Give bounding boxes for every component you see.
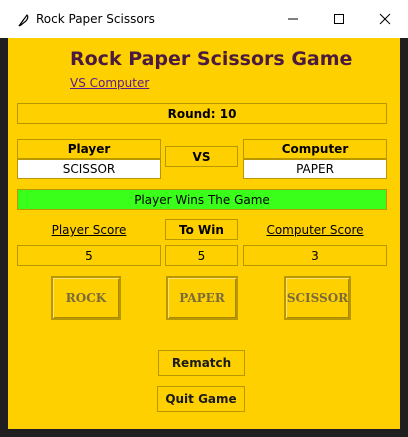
title-bar[interactable]: Rock Paper Scissors (0, 0, 408, 38)
player-choice: SCISSOR (17, 159, 161, 179)
mode-link[interactable]: VS Computer (70, 76, 149, 90)
minimize-icon (288, 18, 298, 20)
page-title: Rock Paper Scissors Game (70, 48, 353, 70)
round-display: Round: 10 (17, 103, 387, 124)
computer-score-value: 3 (243, 245, 387, 266)
computer-label: Computer (243, 139, 387, 159)
app-window: Rock Paper Scissors Rock Paper Scissors … (0, 0, 408, 437)
scissor-button[interactable]: SCISSOR (284, 276, 351, 320)
close-button[interactable] (362, 0, 408, 38)
quit-game-button[interactable]: Quit Game (157, 386, 245, 412)
window-title: Rock Paper Scissors (36, 12, 155, 26)
close-icon (379, 13, 391, 25)
game-panel: Rock Paper Scissors Game VS Computer Rou… (8, 38, 400, 429)
paper-button[interactable]: PAPER (166, 276, 238, 320)
maximize-button[interactable] (316, 0, 362, 38)
player-score-label: Player Score (51, 223, 127, 237)
player-score-value: 5 (17, 245, 161, 266)
feather-icon (16, 12, 30, 27)
rock-button[interactable]: ROCK (51, 276, 121, 320)
to-win-value: 5 (165, 245, 238, 266)
computer-choice: PAPER (243, 159, 387, 179)
minimize-button[interactable] (270, 0, 316, 38)
result-banner: Player Wins The Game (17, 189, 387, 210)
to-win-label: To Win (165, 219, 238, 240)
maximize-icon (334, 14, 344, 24)
rematch-button[interactable]: Rematch (158, 350, 245, 376)
computer-score-label: Computer Score (266, 223, 364, 237)
player-label: Player (17, 139, 161, 159)
vs-label: VS (165, 146, 238, 167)
